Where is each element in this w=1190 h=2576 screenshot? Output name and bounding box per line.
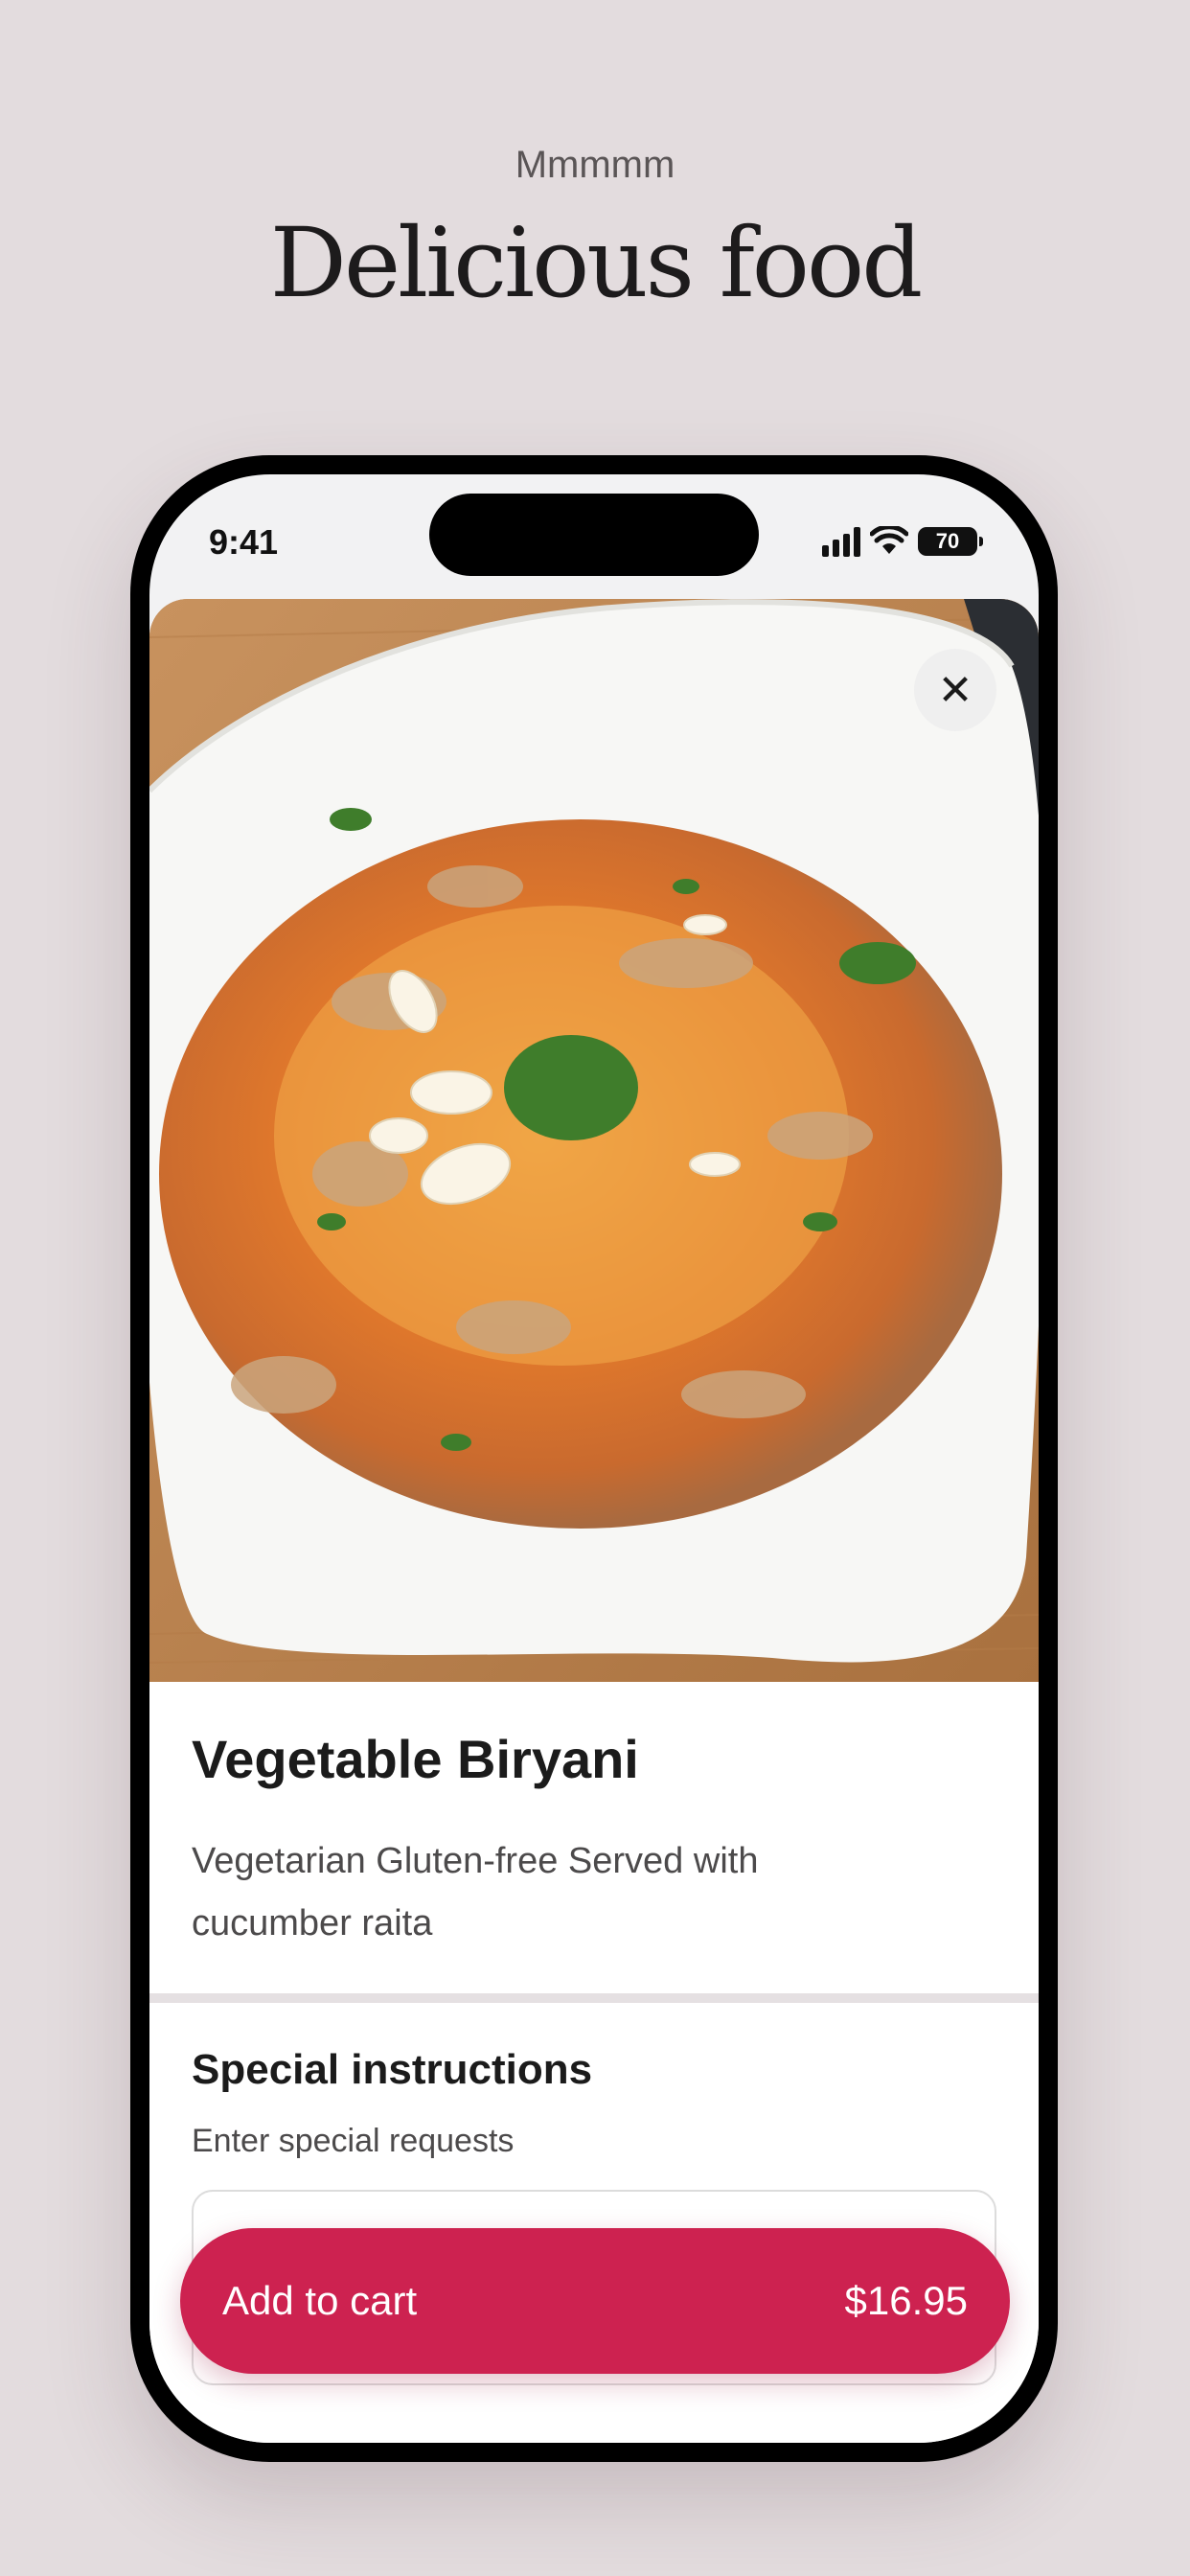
promo-title: Delicious food <box>269 207 923 319</box>
battery-icon: 70 <box>918 527 983 556</box>
dynamic-island <box>429 494 759 576</box>
item-description: Vegetarian Gluten-free Served with cucum… <box>192 1841 759 1944</box>
section-divider <box>149 1993 1039 2003</box>
item-detail-sheet: ✕ Vegetable Biryani Vegetarian Gluten-fr… <box>149 599 1039 2443</box>
add-to-cart-button[interactable]: Add to cart $16.95 <box>180 2228 1010 2374</box>
special-instructions-subtitle: Enter special requests <box>192 2123 515 2159</box>
status-time: 9:41 <box>209 522 279 562</box>
add-to-cart-price: $16.95 <box>844 2278 968 2323</box>
status-icons: 70 <box>822 522 983 561</box>
wifi-icon <box>870 526 908 554</box>
close-icon: ✕ <box>937 666 973 714</box>
phone-screen: 9:41 70 ✕ Vegetable Biryani Vegetarian G… <box>149 474 1039 2443</box>
item-title: Vegetable Biryani <box>192 1729 639 1789</box>
add-to-cart-label: Add to cart <box>222 2278 418 2323</box>
special-instructions-title: Special instructions <box>192 2046 593 2093</box>
close-button[interactable]: ✕ <box>914 649 996 731</box>
phone-frame: 9:41 70 ✕ Vegetable Biryani Vegetarian G… <box>130 455 1058 2462</box>
food-image: ✕ <box>149 599 1039 1682</box>
signal-icon <box>822 526 860 557</box>
promo-eyebrow: Mmmmm <box>515 144 675 186</box>
